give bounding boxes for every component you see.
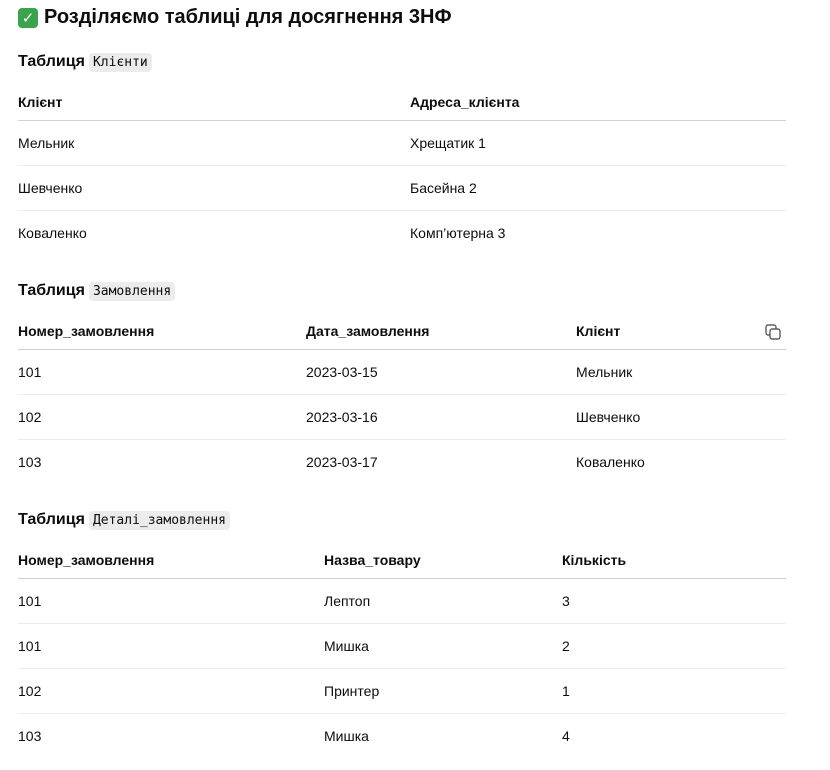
table-cell: 102 xyxy=(18,668,324,714)
table-cell: Коваленко xyxy=(18,225,87,241)
table-cell: 101 xyxy=(18,578,324,624)
table-row: 101 2023-03-15 Мельник xyxy=(18,349,786,395)
table-row: 101 Мишка 2 xyxy=(18,623,786,669)
table-cell: Коваленко xyxy=(576,454,645,470)
table-cell: Лептоп xyxy=(324,578,562,624)
table-section-orders: Таблиця Замовлення Номер_замовлення Дата… xyxy=(18,279,786,484)
check-icon: ✓ xyxy=(18,7,38,28)
table-header-row: Номер_замовлення Назва_товару Кількість xyxy=(18,542,786,579)
table-cell: Мельник xyxy=(18,120,410,166)
table-cell: 2023-03-15 xyxy=(306,349,576,395)
clients-table: Клієнт Адреса_клієнта Мельник Хрещатик 1… xyxy=(18,84,786,255)
table-name-code: Клієнти xyxy=(88,52,152,72)
table-name-code: Замовлення xyxy=(88,281,176,301)
copy-icon[interactable] xyxy=(764,323,782,341)
table-cell: 102 xyxy=(18,394,306,440)
column-header: Адреса_клієнта xyxy=(410,84,786,121)
column-header: Клієнт xyxy=(576,313,786,350)
table-cell: Хрещатик 1 xyxy=(410,120,786,166)
table-cell: 101 xyxy=(18,623,324,669)
column-header: Кількість xyxy=(562,542,786,579)
column-header: Клієнт xyxy=(18,84,410,121)
table-cell: Басейна 2 xyxy=(410,165,786,211)
table-cell: Мишка xyxy=(324,623,562,669)
table-header-row: Клієнт Адреса_клієнта xyxy=(18,84,786,121)
table-row: 101 Лептоп 3 xyxy=(18,578,786,624)
table-cell: Комп’ютерна 3 xyxy=(410,225,506,241)
table-cell: 3 xyxy=(562,578,786,624)
table-heading: Таблиця Деталі_замовлення xyxy=(18,508,786,532)
table-heading-label: Таблиця xyxy=(18,53,85,70)
table-row: Коваленко Комп’ютерна 3 xyxy=(18,211,786,256)
table-cell: 2023-03-17 xyxy=(306,454,378,470)
column-header: Назва_товару xyxy=(324,542,562,579)
table-row: 102 2023-03-16 Шевченко xyxy=(18,394,786,440)
table-name-code: Деталі_замовлення xyxy=(88,510,230,530)
table-row: 103 Мишка 4 xyxy=(18,714,786,759)
table-cell: Шевченко xyxy=(576,394,786,440)
table-heading-label: Таблиця xyxy=(18,511,85,528)
table-section-order-details: Таблиця Деталі_замовлення Номер_замовлен… xyxy=(18,508,786,758)
table-row: Шевченко Басейна 2 xyxy=(18,165,786,211)
table-cell: 4 xyxy=(562,728,570,744)
column-header: Номер_замовлення xyxy=(18,542,324,579)
table-heading: Таблиця Клієнти xyxy=(18,50,786,74)
column-header-label: Клієнт xyxy=(576,323,621,339)
order-details-table: Номер_замовлення Назва_товару Кількість … xyxy=(18,542,786,758)
table-cell: Принтер xyxy=(324,668,562,714)
orders-table: Номер_замовлення Дата_замовлення Клієнт … xyxy=(18,313,786,484)
table-row: 102 Принтер 1 xyxy=(18,668,786,714)
page-title: ✓ Розділяємо таблиці для досягнення 3НФ xyxy=(18,6,452,29)
table-cell: Мельник xyxy=(576,349,786,395)
page-title-text: Розділяємо таблиці для досягнення 3НФ xyxy=(44,6,452,28)
table-cell: 101 xyxy=(18,349,306,395)
column-header: Номер_замовлення xyxy=(18,313,306,350)
table-cell: 2023-03-16 xyxy=(306,394,576,440)
table-cell: 103 xyxy=(18,728,42,744)
column-header: Дата_замовлення xyxy=(306,313,576,350)
table-heading-label: Таблиця xyxy=(18,282,85,299)
table-row: 103 2023-03-17 Коваленко xyxy=(18,440,786,485)
table-section-clients: Таблиця Клієнти Клієнт Адреса_клієнта Ме… xyxy=(18,50,786,255)
page: ✓ Розділяємо таблиці для досягнення 3НФ … xyxy=(0,0,830,770)
table-header-row: Номер_замовлення Дата_замовлення Клієнт xyxy=(18,313,786,350)
table-cell: Мишка xyxy=(324,728,369,744)
table-heading: Таблиця Замовлення xyxy=(18,279,786,303)
table-row: Мельник Хрещатик 1 xyxy=(18,120,786,166)
table-cell: 2 xyxy=(562,623,786,669)
table-cell: 103 xyxy=(18,454,42,470)
table-cell: 1 xyxy=(562,668,786,714)
table-cell: Шевченко xyxy=(18,165,410,211)
